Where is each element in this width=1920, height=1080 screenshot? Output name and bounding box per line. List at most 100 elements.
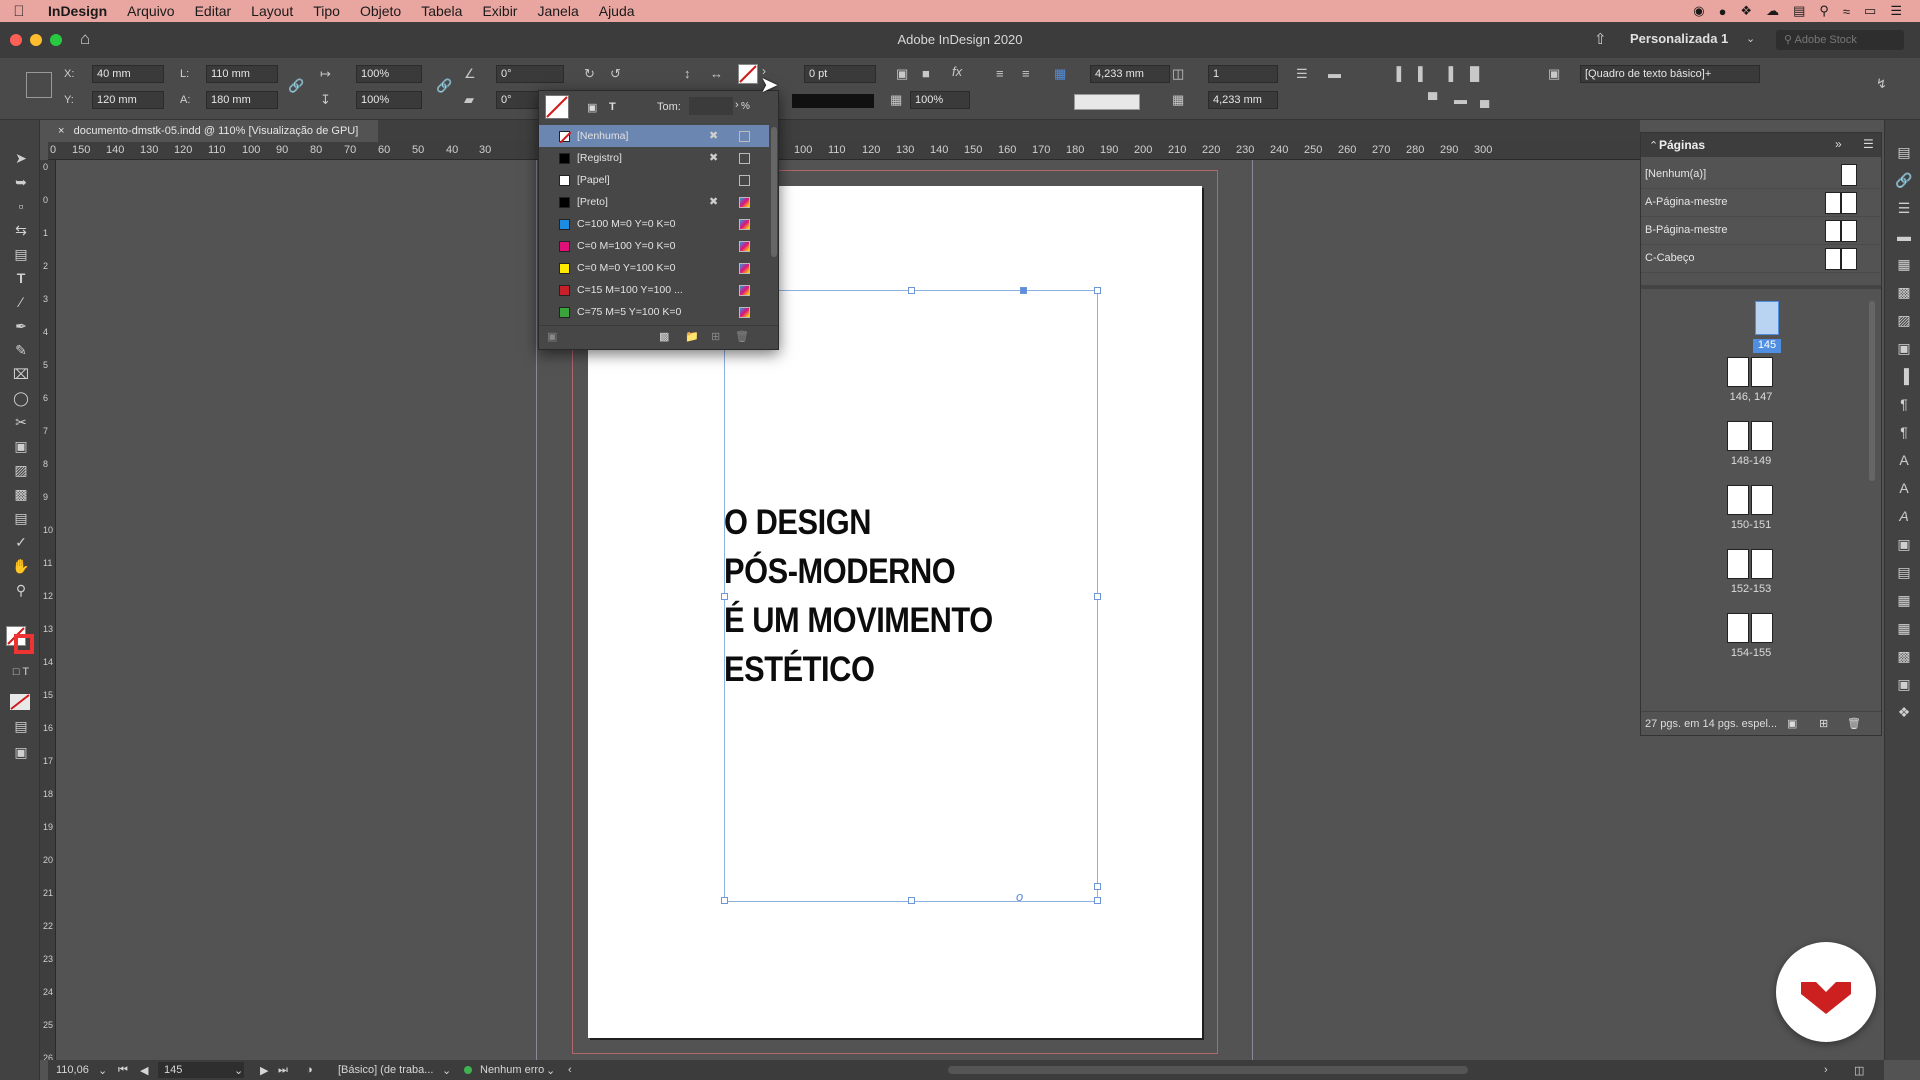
master-b[interactable]: B-Página-mestre [1641,217,1881,245]
horizontal-scrollbar[interactable] [948,1066,1468,1074]
character-icon[interactable]: A [1894,452,1914,470]
menu-exibir[interactable]: Exibir [472,3,527,19]
next-page-icon[interactable]: ▶ [260,1064,268,1077]
stroke-color-field[interactable] [1074,94,1140,110]
align-vertical-centers-icon[interactable]: ▬ [1454,92,1467,107]
frame-handle[interactable] [1094,593,1101,600]
free-transform-tool-icon[interactable]: ▣ [10,438,32,458]
frame-out-port[interactable] [1094,883,1101,890]
pen-tool-icon[interactable]: ✒ [10,318,32,338]
swatch-options-icon[interactable]: ▣ [547,330,557,343]
layers-icon[interactable]: ☰ [1894,200,1914,218]
new-swatch-icon[interactable]: ⊞ [711,330,720,343]
cell-styles-icon[interactable]: ▩ [1894,648,1914,666]
text-wrap-panel-icon[interactable]: ▣ [1894,536,1914,554]
x-position-field[interactable]: 40 mm [92,65,164,83]
drop-shadow-icon[interactable]: ■ [922,66,930,81]
swatch-row[interactable]: [Papel] [539,169,769,191]
menu-layout[interactable]: Layout [241,3,303,19]
pencil-tool-icon[interactable]: ✎ [10,342,32,362]
align-horizontal-centers-icon[interactable]: ▌ [1418,66,1427,81]
type-tool-icon[interactable]: T [10,270,32,290]
distribute-icon[interactable]: █ [1470,66,1479,81]
tint-chevron-icon[interactable]: › [735,99,739,111]
menu-objeto[interactable]: Objeto [350,3,411,19]
frame-in-port[interactable] [1020,287,1027,294]
previous-page-icon[interactable]: ◀ [140,1064,148,1077]
columns-field[interactable]: 1 [1208,65,1278,83]
story-icon[interactable]: ▤ [1894,564,1914,582]
swatch-row[interactable]: [Registro] ✖ [539,147,769,169]
scissors-tool-icon[interactable]: ✂ [10,414,32,434]
apply-none-icon[interactable] [10,694,30,710]
hand-tool-icon[interactable]: ✋ [10,558,32,578]
chevron-down-icon[interactable]: ⌄ [1746,32,1755,45]
effects-panel-icon[interactable]: ▣ [1894,340,1914,358]
record-icon[interactable]: ◉ [1693,3,1704,19]
preflight-status[interactable]: Nenhum erro [480,1064,544,1076]
pages-scrollbar[interactable] [1869,301,1875,481]
align-top-edges-icon[interactable]: ▀ [1428,92,1437,107]
stroke-weight-field[interactable]: 0 pt [804,65,876,83]
stock-search-input[interactable]: ⚲ Adobe Stock [1776,30,1904,50]
rotate-ccw-icon[interactable]: ↺ [610,66,621,82]
tint-field[interactable] [689,97,733,115]
frame-handle[interactable] [908,897,915,904]
page-thumb[interactable] [1727,357,1749,387]
table-icon[interactable]: ▦ [1894,592,1914,610]
effects-fx-icon[interactable]: fx [952,64,962,79]
opacity-field[interactable]: 100% [910,91,970,109]
pages-panel-title[interactable]: Páginas [1659,138,1705,152]
rectangle-frame-tool-icon[interactable]: ⌧ [10,366,32,386]
master-c[interactable]: C-Cabeço [1641,245,1881,273]
color-panel-icon[interactable]: ▦ [1894,256,1914,274]
swatch-row[interactable]: [Nenhuma] ✖ [539,125,769,147]
page-thumb[interactable] [1751,357,1773,387]
text-wrap-icon[interactable]: ☰ [1296,66,1308,82]
ellipse-tool-icon[interactable]: ◯ [10,390,32,410]
swatch-scrollbar[interactable] [771,127,777,257]
expand-panels-icon[interactable]: » [1835,137,1842,151]
content-collector-icon[interactable]: ▤ [10,246,32,266]
apple-menu-icon[interactable]:  [0,3,38,20]
align-bottom-edges-icon[interactable]: ▄ [1480,92,1489,107]
inset-top-field[interactable]: 4,233 mm [1090,65,1170,83]
gradient-swatch-tool-icon[interactable]: ▨ [10,462,32,482]
height-field[interactable]: 180 mm [206,91,278,109]
eyedropper-tool-icon[interactable]: ✓ [10,534,32,554]
zoom-chevron-icon[interactable]: ⌄ [98,1064,107,1077]
page-thumb[interactable] [1751,549,1773,579]
apply-to-text-icon[interactable]: T [609,101,616,113]
page-tool-icon[interactable]: ▫ [10,198,32,218]
close-tab-icon[interactable]: × [58,125,64,137]
page-thumb[interactable] [1727,613,1749,643]
paragraph-styles-icon[interactable]: ¶ [1894,396,1914,414]
note-tool-icon[interactable]: ▤ [10,510,32,530]
flip-horizontal-icon[interactable]: ↔ [710,66,723,81]
swatch-row[interactable]: C=0 M=0 Y=100 K=0 [539,257,769,279]
screen-mode-icon[interactable]: ▤ [10,718,32,738]
y-position-field[interactable]: 120 mm [92,91,164,109]
folder-icon[interactable]: 📁 [685,330,699,343]
lightning-icon[interactable]: ↯ [1876,76,1887,92]
new-color-group-icon[interactable]: ▩ [659,330,669,343]
split-window-icon[interactable]: ◫ [1854,1064,1864,1077]
open-in-bridge-icon[interactable]: ◑ [306,1064,313,1076]
align-center-icon[interactable]: ≡ [1022,66,1030,81]
control-center-icon[interactable]: ☰ [1890,3,1902,19]
page-thumb[interactable] [1751,613,1773,643]
page-thumb[interactable] [1727,421,1749,451]
delete-swatch-icon[interactable]: 🗑 [735,330,749,343]
align-top-icon[interactable]: ≡ [996,66,1004,81]
reference-point-icon[interactable] [26,72,52,98]
frame-handle[interactable] [1094,897,1101,904]
panel-menu-icon[interactable]: ☰ [1863,137,1874,151]
object-style-select[interactable]: [Quadro de texto básico]+ [1580,65,1760,83]
creative-cloud-icon[interactable]: ● [1719,4,1727,19]
character-styles-icon[interactable]: A [1894,480,1914,498]
spotlight-search-icon[interactable]: ⚲ [1819,3,1829,19]
preflight-chevron-icon[interactable]: ⌄ [546,1064,555,1077]
display-icon[interactable]: ▤ [1793,3,1805,19]
page-thumb[interactable] [1751,485,1773,515]
fill-proxy-icon[interactable] [545,95,569,119]
